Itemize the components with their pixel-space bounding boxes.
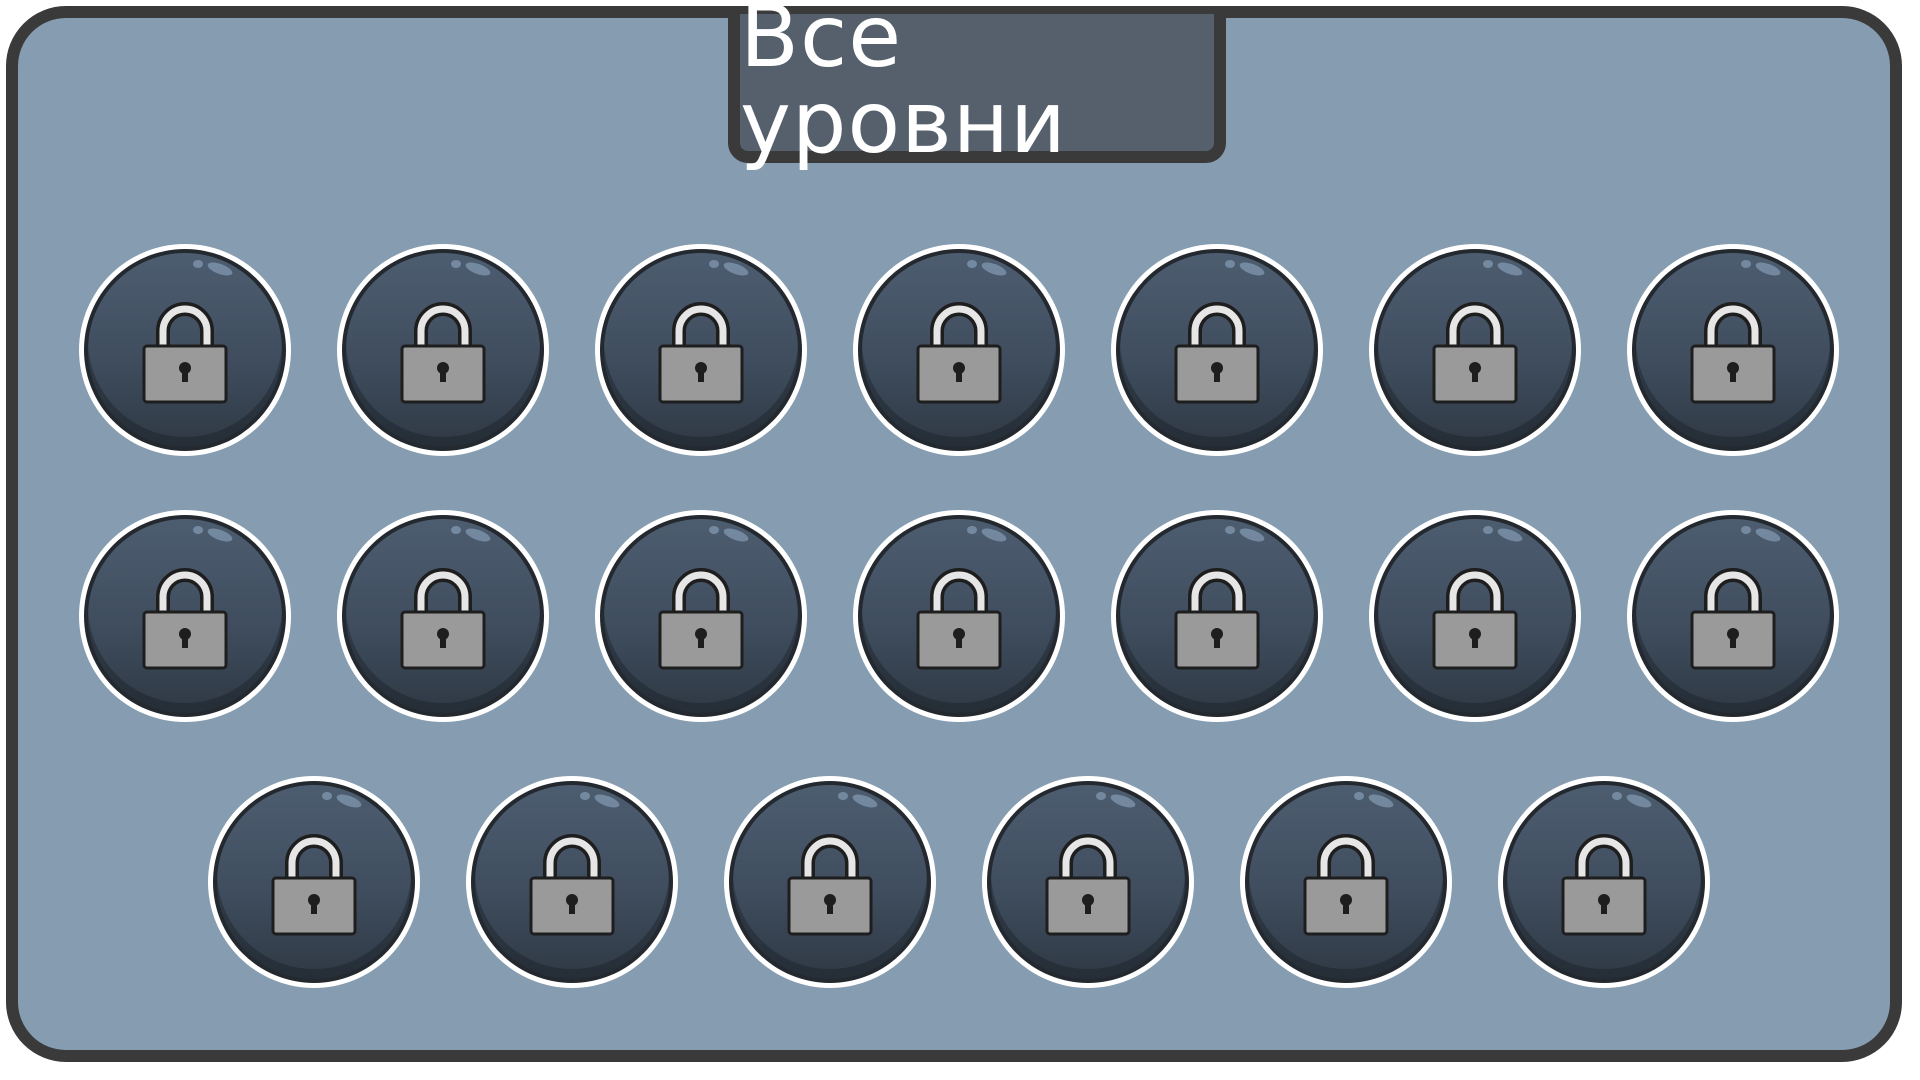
button-shine: [709, 260, 719, 268]
button-shine: [967, 526, 977, 534]
level-button-locked[interactable]: [1498, 776, 1710, 988]
button-shine: [709, 526, 719, 534]
level-button-locked[interactable]: [853, 510, 1065, 722]
button-shine: [1741, 526, 1751, 534]
button-shine: [451, 260, 461, 268]
level-button-locked[interactable]: [1369, 244, 1581, 456]
button-shine: [1354, 792, 1364, 800]
page-title: Все уровни: [740, 0, 1067, 173]
level-button-locked[interactable]: [79, 510, 291, 722]
button-shine: [1096, 792, 1106, 800]
button-shine: [193, 526, 203, 534]
level-button-locked[interactable]: [1369, 510, 1581, 722]
button-shine: [322, 792, 332, 800]
level-button-locked[interactable]: [1111, 244, 1323, 456]
level-button-locked[interactable]: [1111, 510, 1323, 722]
level-button-locked[interactable]: [337, 510, 549, 722]
button-shine: [580, 792, 590, 800]
button-shine: [1483, 526, 1493, 534]
level-button-locked[interactable]: [208, 776, 420, 988]
level-button-locked[interactable]: [1627, 510, 1839, 722]
level-button-locked[interactable]: [466, 776, 678, 988]
button-shine: [967, 260, 977, 268]
level-button-locked[interactable]: [982, 776, 1194, 988]
button-shine: [1225, 526, 1235, 534]
title-banner: Все уровни: [728, 0, 1226, 166]
button-shine: [1483, 260, 1493, 268]
level-button-locked[interactable]: [595, 244, 807, 456]
level-button-locked[interactable]: [79, 244, 291, 456]
level-button-locked[interactable]: [724, 776, 936, 988]
level-button-locked[interactable]: [1627, 244, 1839, 456]
level-button-locked[interactable]: [1240, 776, 1452, 988]
button-shine: [193, 260, 203, 268]
level-button-locked[interactable]: [853, 244, 1065, 456]
level-button-locked[interactable]: [595, 510, 807, 722]
button-shine: [451, 526, 461, 534]
level-button-locked[interactable]: [337, 244, 549, 456]
button-shine: [1612, 792, 1622, 800]
button-shine: [838, 792, 848, 800]
button-shine: [1225, 260, 1235, 268]
button-shine: [1741, 260, 1751, 268]
